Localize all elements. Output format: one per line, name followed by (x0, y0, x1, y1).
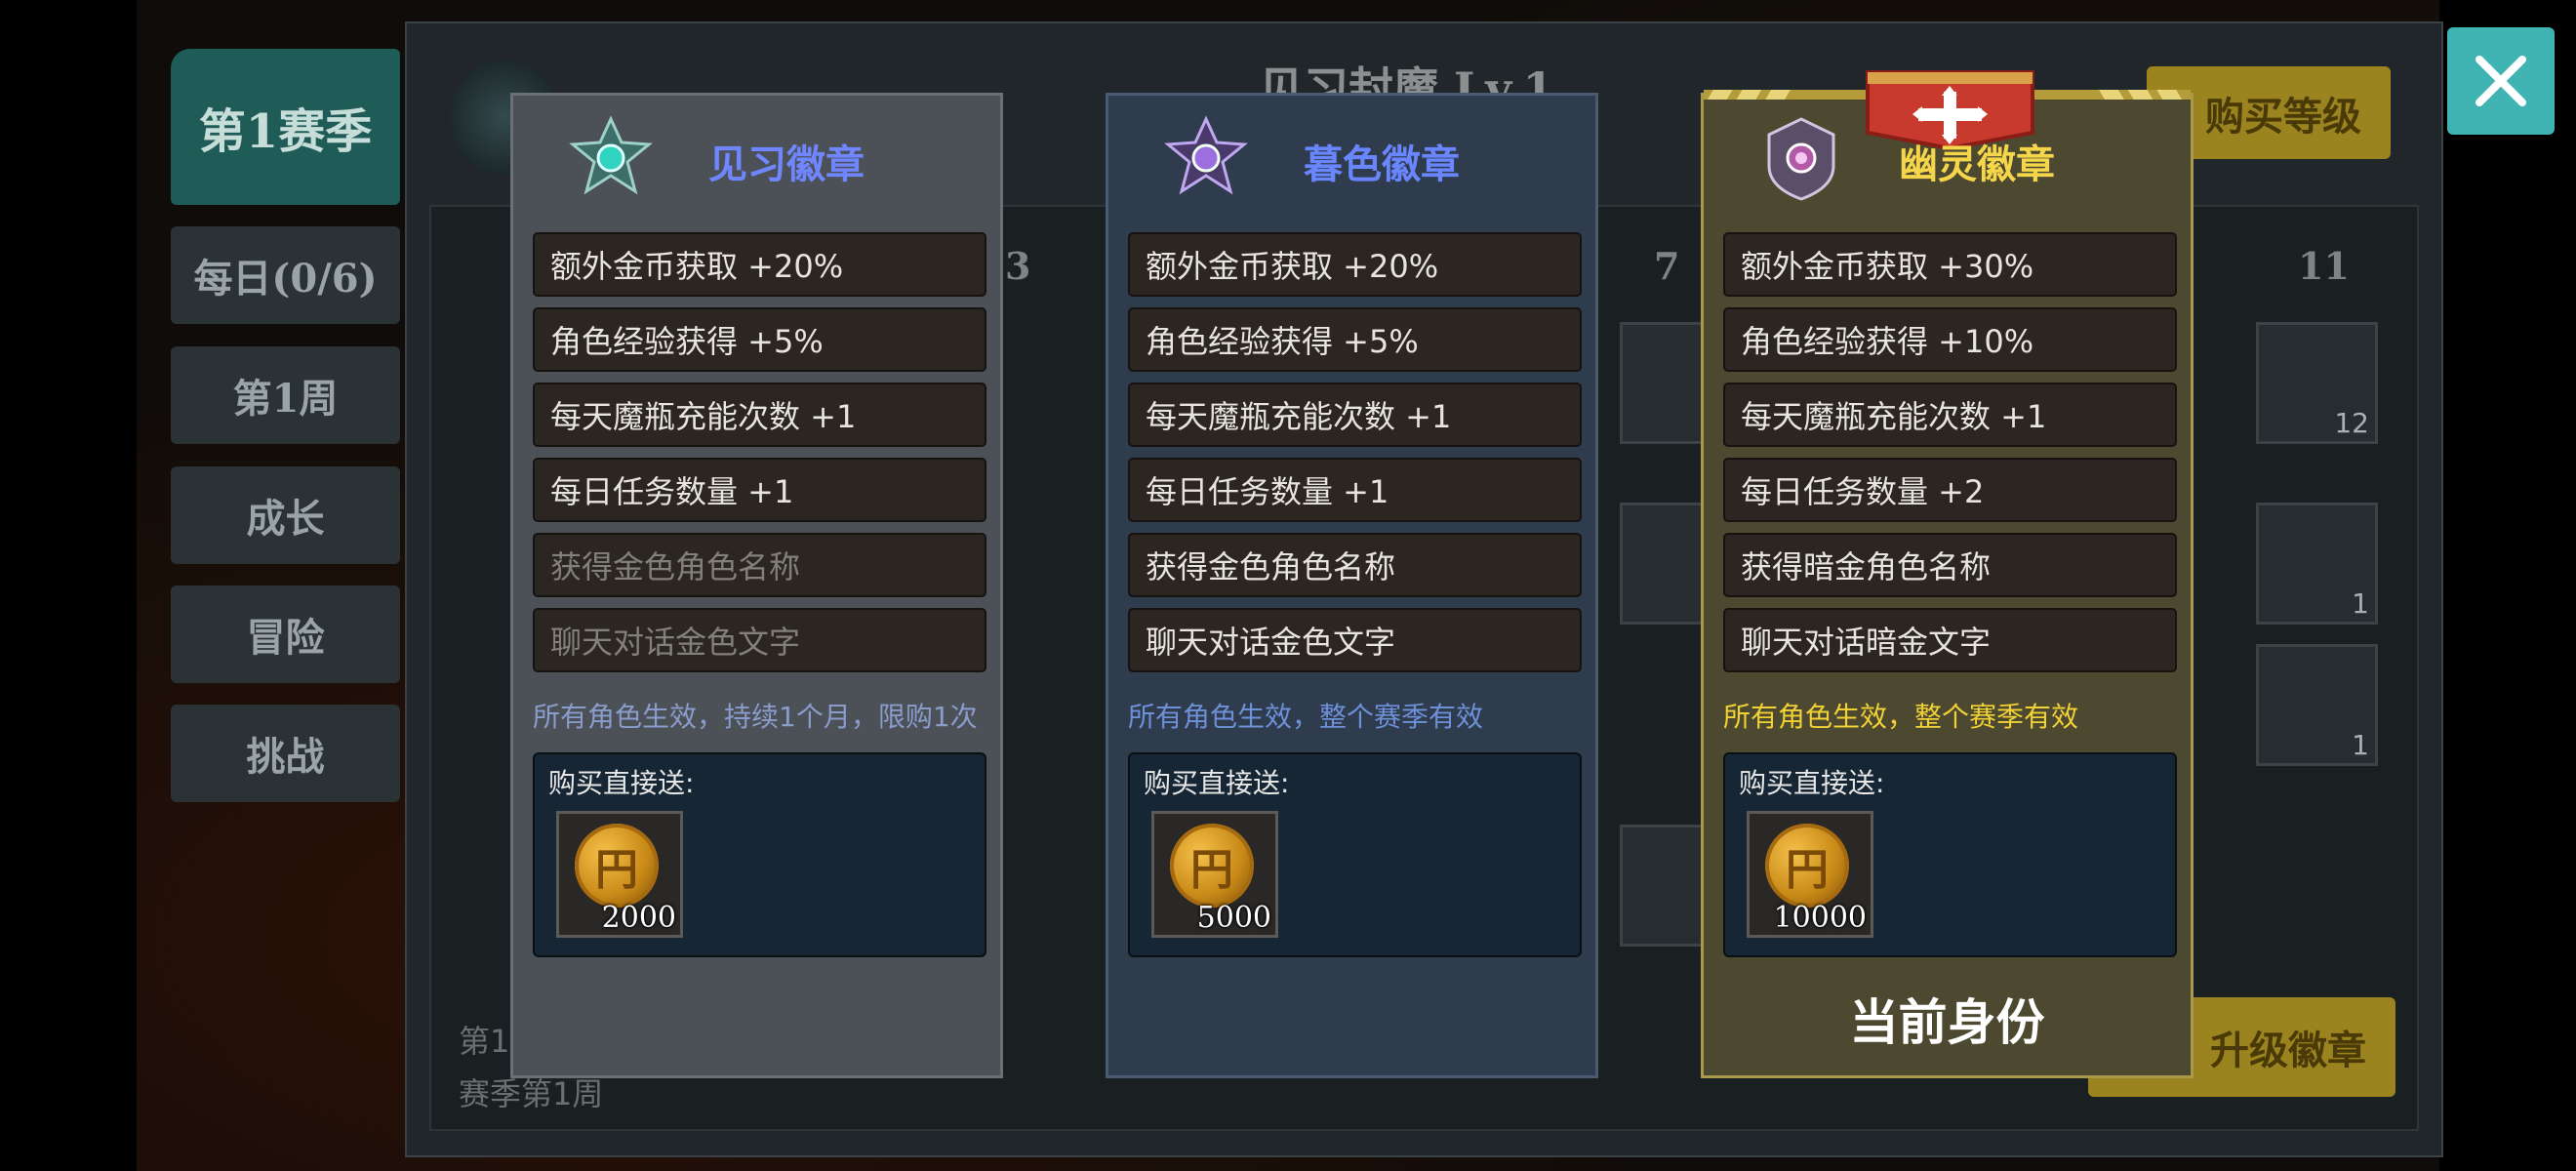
perk-row: 获得金色角色名称 (1128, 533, 1582, 597)
close-icon (2475, 56, 2526, 106)
badge-emblem-icon (1164, 115, 1248, 195)
badge-emblem-icon (569, 115, 653, 195)
reward-cell[interactable]: 1 (2256, 644, 2378, 766)
perk-row: 角色经验获得 +5% (533, 307, 986, 372)
gold-coin-icon (575, 824, 659, 908)
perk-row: 每日任务数量 +1 (1128, 458, 1582, 522)
coin-amount: 5000 (1196, 901, 1271, 935)
perk-row: 每日任务数量 +1 (533, 458, 986, 522)
level-number: 11 (2298, 244, 2350, 288)
perk-row: 角色经验获得 +10% (1723, 307, 2177, 372)
card-title: 暮色徽章 (1304, 141, 1460, 187)
current-status-label: 当前身份 (1849, 993, 2045, 1051)
perk-row: 获得暗金角色名称 (1723, 533, 2177, 597)
level-number: 7 (1654, 244, 1680, 288)
coin-amount: 10000 (1773, 901, 1867, 935)
close-button[interactable] (2447, 27, 2555, 135)
card-header: 幽灵徽章 (1704, 96, 2191, 222)
card-note: 所有角色生效，整个赛季有效 (1723, 701, 2079, 733)
card-header: 暮色徽章 (1108, 96, 1595, 222)
tab-week1[interactable]: 第1周 (171, 346, 400, 444)
perk-row: 额外金币获取 +20% (1128, 232, 1582, 297)
gold-coin-icon (1170, 824, 1254, 908)
perk-row: 聊天对话金色文字 (533, 608, 986, 672)
card-title: 见习徽章 (708, 141, 865, 187)
perk-row: 角色经验获得 +5% (1128, 307, 1582, 372)
reward-cell[interactable]: 1 (2256, 503, 2378, 625)
gift-label: 购买直接送: (1739, 767, 1885, 799)
perk-row: 聊天对话金色文字 (1128, 608, 1582, 672)
perk-row: 每天魔瓶充能次数 +1 (1128, 383, 1582, 447)
card-header: 见习徽章 (513, 96, 1000, 222)
tab-season[interactable]: 第1赛季 (171, 49, 400, 205)
badge-emblem-icon (1767, 117, 1835, 201)
perk-row: 额外金币获取 +30% (1723, 232, 2177, 297)
badge-card-twilight: 暮色徽章 额外金币获取 +20% 角色经验获得 +5% 每天魔瓶充能次数 +1 … (1106, 93, 1598, 1078)
reward-item[interactable]: 5000 (1151, 811, 1278, 938)
perk-row: 聊天对话暗金文字 (1723, 608, 2177, 672)
card-note: 所有角色生效，持续1个月，限购1次 (533, 701, 978, 733)
gift-box: 购买直接送: 10000 (1723, 752, 2177, 957)
card-title: 幽灵徽章 (1899, 141, 2055, 187)
gift-label: 购买直接送: (548, 767, 695, 799)
gift-box: 购买直接送: 2000 (533, 752, 986, 957)
badge-card-apprentice: 见习徽章 额外金币获取 +20% 角色经验获得 +5% 每天魔瓶充能次数 +1 … (510, 93, 1003, 1078)
reward-item[interactable]: 10000 (1747, 811, 1873, 938)
tab-daily[interactable]: 每日(0/6) (171, 226, 400, 324)
badge-card-ghost: 幽灵徽章 额外金币获取 +30% 角色经验获得 +10% 每天魔瓶充能次数 +1… (1701, 70, 2194, 1078)
reward-item[interactable]: 2000 (556, 811, 683, 938)
gift-label: 购买直接送: (1144, 767, 1290, 799)
gift-box: 购买直接送: 5000 (1128, 752, 1582, 957)
reward-cell[interactable]: 12 (2256, 322, 2378, 444)
perk-row: 每天魔瓶充能次数 +1 (1723, 383, 2177, 447)
perk-row: 额外金币获取 +20% (533, 232, 986, 297)
tab-challenge[interactable]: 挑战 (171, 705, 400, 802)
perk-row: 获得金色角色名称 (533, 533, 986, 597)
card-note: 所有角色生效，整个赛季有效 (1128, 701, 1484, 733)
coin-amount: 2000 (601, 901, 676, 935)
tab-adventure[interactable]: 冒险 (171, 586, 400, 683)
level-number: 3 (1005, 244, 1031, 288)
tab-growth[interactable]: 成长 (171, 466, 400, 564)
perk-row: 每天魔瓶充能次数 +1 (533, 383, 986, 447)
perk-row: 每日任务数量 +2 (1723, 458, 2177, 522)
gold-coin-icon (1765, 824, 1849, 908)
